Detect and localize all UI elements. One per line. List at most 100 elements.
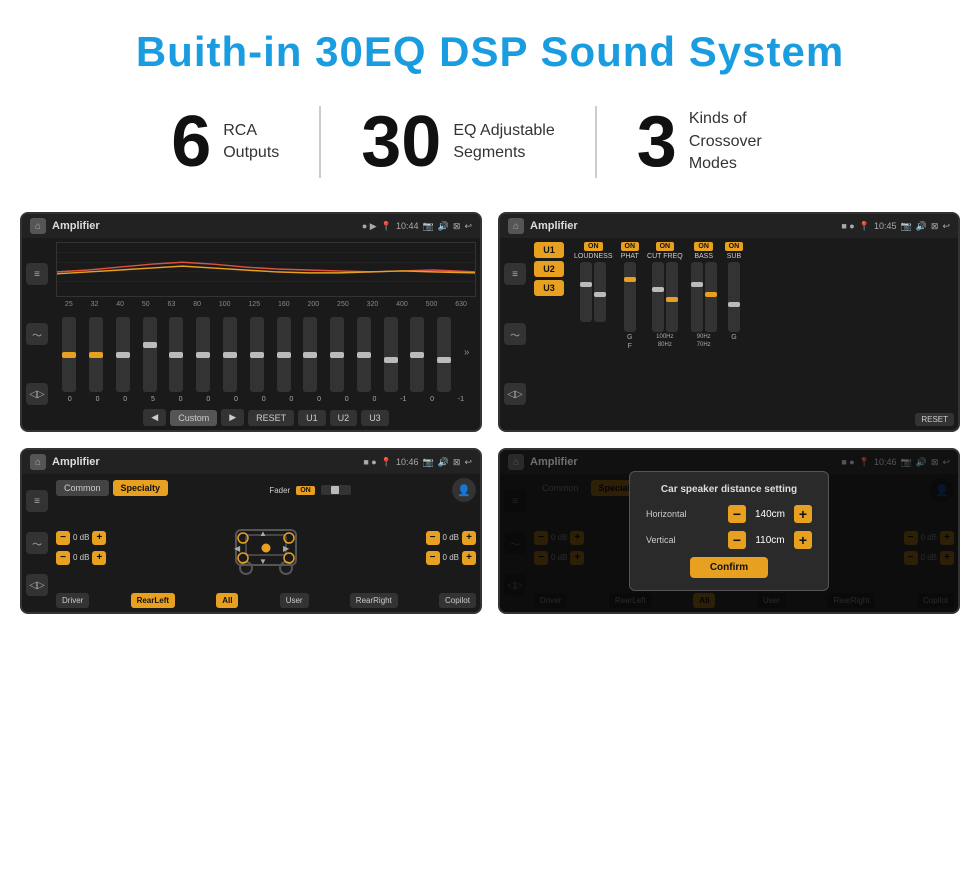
vol-minus-rl[interactable]: − [56, 551, 70, 565]
eq-slider-8[interactable] [277, 317, 291, 392]
screen-fader: ⌂ Amplifier ■ ● 📍 10:46 📷 🔊 ⊠ ↩ ≡ 〜 ◁▷ [20, 448, 482, 614]
wave-icon-3[interactable]: 〜 [26, 532, 48, 554]
cutfreq-slider1[interactable] [652, 262, 664, 332]
eq-slider-2[interactable] [116, 317, 130, 392]
vol-plus-rr[interactable]: + [462, 551, 476, 565]
back-icon-1[interactable]: ↩ [464, 221, 472, 232]
eq-slider-3[interactable] [143, 317, 157, 392]
sub-slider[interactable] [728, 262, 740, 332]
eq-graph [56, 242, 476, 297]
car-svg: ▲ ▼ ◀ ▶ [221, 510, 311, 585]
phat-slider[interactable] [624, 262, 636, 332]
eq-reset-btn[interactable]: RESET [248, 410, 294, 426]
vol-plus-rl[interactable]: + [92, 551, 106, 565]
confirm-button[interactable]: Confirm [690, 557, 768, 578]
eq-slider-12[interactable] [384, 317, 398, 392]
eq-prev-btn[interactable]: ◀ [143, 409, 166, 426]
eq-slider-0[interactable] [62, 317, 76, 392]
cutfreq-slider2[interactable] [666, 262, 678, 332]
bass-slider2[interactable] [705, 262, 717, 332]
stat-eq-number: 30 [361, 106, 441, 178]
eq-icon-2[interactable]: ≡ [504, 263, 526, 285]
eq-u1-btn[interactable]: U1 [298, 410, 326, 426]
eq-slider-4[interactable] [169, 317, 183, 392]
eq-slider-14[interactable] [437, 317, 451, 392]
rearleft-btn[interactable]: RearLeft [131, 593, 175, 608]
tab-common[interactable]: Common [56, 480, 109, 496]
amp-sub: ON SUB G [725, 242, 744, 426]
eq-u3-btn[interactable]: U3 [361, 410, 389, 426]
wave-icon-2[interactable]: 〜 [504, 323, 526, 345]
home-icon-1[interactable]: ⌂ [30, 218, 46, 234]
speaker-icon-side-3[interactable]: ◁▷ [26, 574, 48, 596]
time-3: 10:46 [396, 457, 419, 467]
back-icon-2[interactable]: ↩ [942, 221, 950, 232]
copilot-btn[interactable]: Copilot [439, 593, 476, 608]
eq-icon[interactable]: ≡ [26, 263, 48, 285]
vol-plus-fr[interactable]: + [462, 531, 476, 545]
eq-slider-13[interactable] [410, 317, 424, 392]
eq-slider-11[interactable] [357, 317, 371, 392]
profile-icon[interactable]: 👤 [452, 478, 476, 502]
driver-btn[interactable]: Driver [56, 593, 89, 608]
stat-rca-number: 6 [171, 106, 211, 178]
loudness-slider[interactable] [580, 262, 592, 322]
horizontal-minus-btn[interactable]: − [728, 505, 746, 523]
speaker-icon-side[interactable]: ◁▷ [26, 383, 48, 405]
stat-rca: 6 RCAOutputs [131, 106, 321, 178]
sub-on[interactable]: ON [725, 242, 744, 251]
user-btn[interactable]: User [280, 593, 309, 608]
all-btn[interactable]: All [216, 593, 238, 608]
loudness-slider2[interactable] [594, 262, 606, 322]
eq-u2-btn[interactable]: U2 [330, 410, 358, 426]
eq-slider-6[interactable] [223, 317, 237, 392]
amp-u2-btn[interactable]: U2 [534, 261, 564, 277]
stat-crossover-number: 3 [637, 106, 677, 178]
side-icons-2: ≡ 〜 ◁▷ [500, 238, 530, 430]
eq-play-btn[interactable]: ▶ [221, 409, 244, 426]
eq-sliders: » [56, 312, 476, 392]
home-icon-3[interactable]: ⌂ [30, 454, 46, 470]
loudness-on[interactable]: ON [584, 242, 603, 251]
stat-eq-label: EQ AdjustableSegments [453, 120, 554, 165]
screen-amp-controls: ⌂ Amplifier ■ ● 📍 10:45 📷 🔊 ⊠ ↩ ≡ 〜 ◁▷ [498, 212, 960, 432]
speaker-icon-side-2[interactable]: ◁▷ [504, 383, 526, 405]
phat-on[interactable]: ON [621, 242, 640, 251]
eq-slider-5[interactable] [196, 317, 210, 392]
vol-ctrl-rl: − 0 dB + [56, 551, 106, 565]
eq-slider-10[interactable] [330, 317, 344, 392]
vertical-plus-btn[interactable]: + [794, 531, 812, 549]
amp-u3-btn[interactable]: U3 [534, 280, 564, 296]
vol-minus-fr[interactable]: − [426, 531, 440, 545]
cutfreq-on[interactable]: ON [656, 242, 675, 251]
page-title: Buith-in 30EQ DSP Sound System [0, 0, 980, 96]
wave-icon[interactable]: 〜 [26, 323, 48, 345]
battery-icon-2: ⊠ [931, 221, 939, 232]
amp-u1-btn[interactable]: U1 [534, 242, 564, 258]
eq-custom-btn[interactable]: Custom [170, 410, 217, 426]
amp-reset-btn[interactable]: RESET [915, 413, 954, 426]
amp-bass: ON BASS 90Hz 70Hz [691, 242, 717, 426]
vol-minus-rr[interactable]: − [426, 551, 440, 565]
eq-icon-3[interactable]: ≡ [26, 490, 48, 512]
car-visual-container: ▲ ▼ ◀ ▶ [114, 510, 417, 585]
fader-on[interactable]: ON [296, 486, 315, 495]
tab-specialty[interactable]: Specialty [113, 480, 169, 496]
vertical-value: 110cm [750, 535, 790, 546]
bass-slider1[interactable] [691, 262, 703, 332]
eq-slider-9[interactable] [303, 317, 317, 392]
location-icon-3: 📍 [381, 457, 392, 468]
amp-cutfreq: ON CUT FREQ 100Hz 80Hz [647, 242, 683, 426]
vertical-ctrl: − 110cm + [728, 531, 812, 549]
vol-minus-fl[interactable]: − [56, 531, 70, 545]
horizontal-plus-btn[interactable]: + [794, 505, 812, 523]
eq-slider-7[interactable] [250, 317, 264, 392]
rearright-btn[interactable]: RearRight [350, 593, 398, 608]
bass-on[interactable]: ON [694, 242, 713, 251]
horizontal-value: 140cm [750, 509, 790, 520]
vol-plus-fl[interactable]: + [92, 531, 106, 545]
vertical-minus-btn[interactable]: − [728, 531, 746, 549]
eq-slider-1[interactable] [89, 317, 103, 392]
home-icon-2[interactable]: ⌂ [508, 218, 524, 234]
back-icon-3[interactable]: ↩ [464, 457, 472, 468]
